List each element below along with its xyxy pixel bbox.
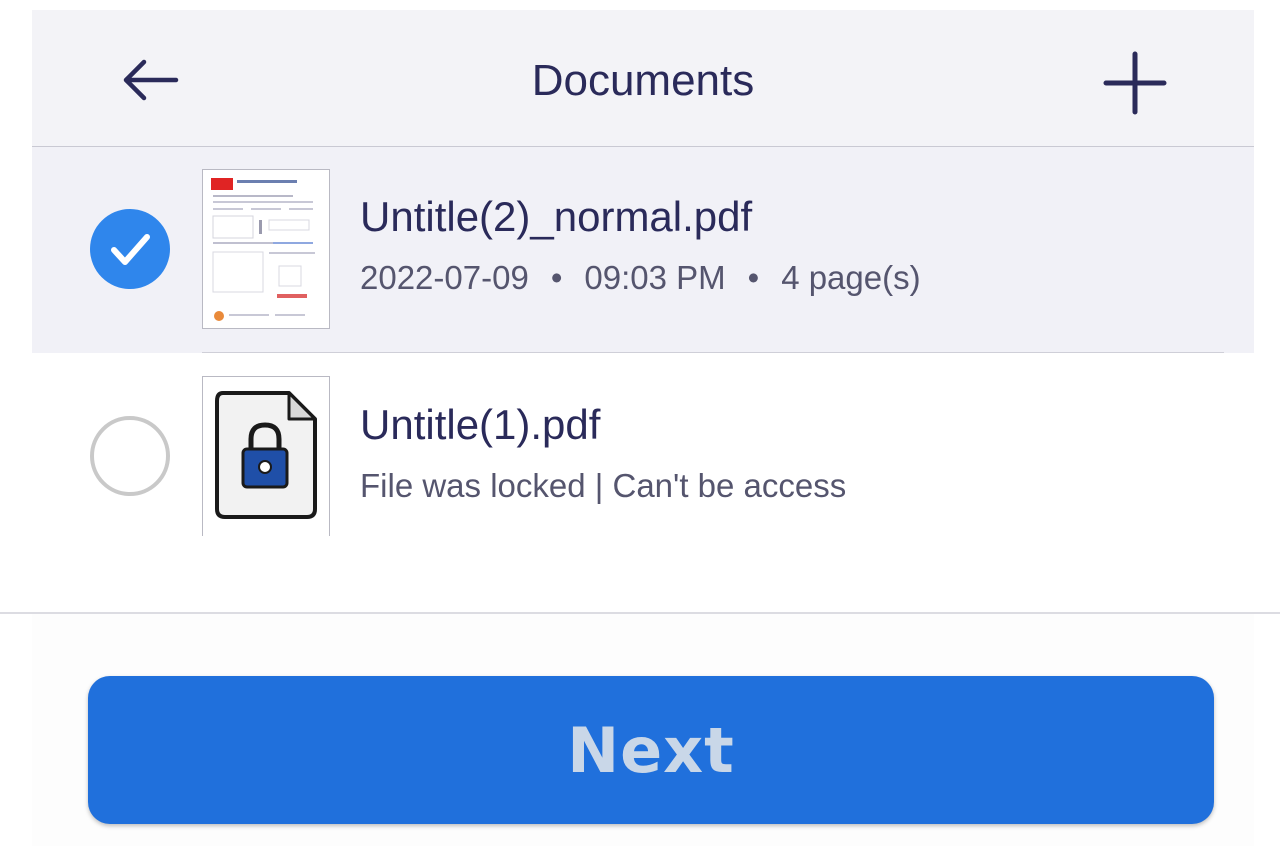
footer-divider — [0, 612, 1280, 614]
page-title: Documents — [531, 56, 755, 105]
next-button-label: Next — [567, 713, 735, 787]
locked-file-icon — [215, 391, 317, 519]
locked-file-thumbnail — [202, 376, 330, 536]
plus-icon — [1103, 51, 1167, 115]
file-status: File was locked | Can't be access — [360, 467, 847, 504]
checkmark-icon — [111, 234, 150, 265]
file-name: Untitle(1).pdf — [360, 401, 601, 448]
file-page-count: 4 page(s) — [781, 259, 921, 296]
add-document-button[interactable] — [1102, 50, 1168, 116]
document-row-untitle-2[interactable]: Untitle(2)_normal.pdf 2022-07-09 • 09:03 P… — [32, 147, 1254, 353]
next-button[interactable]: Next — [88, 676, 1214, 824]
file-name: Untitle(2)_normal.pdf — [360, 193, 753, 240]
document-row-untitle-1[interactable]: Untitle(1).pdf File was locked | Can't b… — [32, 353, 1254, 536]
separator-dot: • — [550, 259, 563, 296]
file-time: 09:03 PM — [584, 259, 726, 296]
pdf-page-thumbnail — [202, 169, 330, 329]
app-header: Documents — [32, 10, 1254, 147]
file-date: 2022-07-09 — [360, 259, 529, 296]
file-metadata: 2022-07-09 • 09:03 PM • 4 page(s) — [360, 259, 921, 297]
separator-dot: • — [747, 259, 760, 296]
select-checkbox-checked[interactable] — [90, 209, 170, 289]
select-checkbox-unchecked[interactable] — [90, 416, 170, 496]
